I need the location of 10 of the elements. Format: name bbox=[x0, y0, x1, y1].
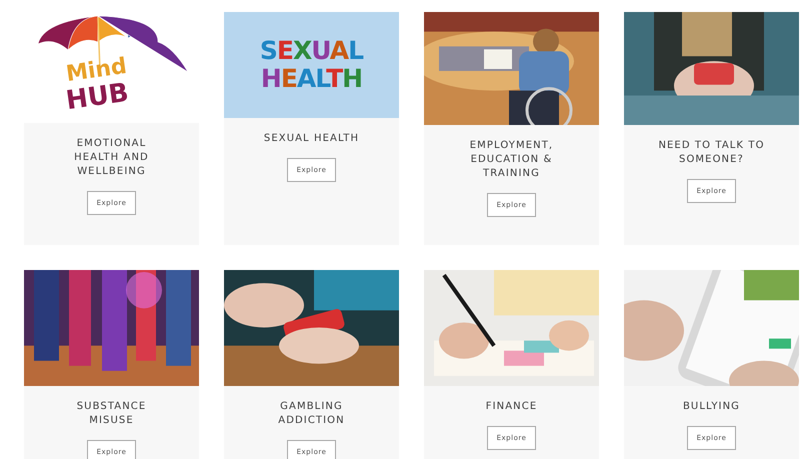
card-title: EMPLOYMENT, EDUCATION & TRAINING bbox=[468, 139, 554, 181]
card-title: FINANCE bbox=[484, 400, 538, 414]
card-title: SUBSTANCE MISUSE bbox=[76, 400, 148, 428]
banner-text: HEALTH bbox=[260, 65, 362, 93]
card-title: NEED TO TALK TO SOMEONE? bbox=[657, 139, 766, 167]
card-title: GAMBLING ADDICTION bbox=[277, 400, 346, 428]
card-title: BULLYING bbox=[682, 400, 742, 414]
card-title: EMOTIONAL HEALTH AND WELLBEING bbox=[73, 137, 150, 179]
card-title: SEXUAL HEALTH bbox=[262, 132, 360, 146]
banner-text: SEXUAL bbox=[260, 37, 364, 65]
